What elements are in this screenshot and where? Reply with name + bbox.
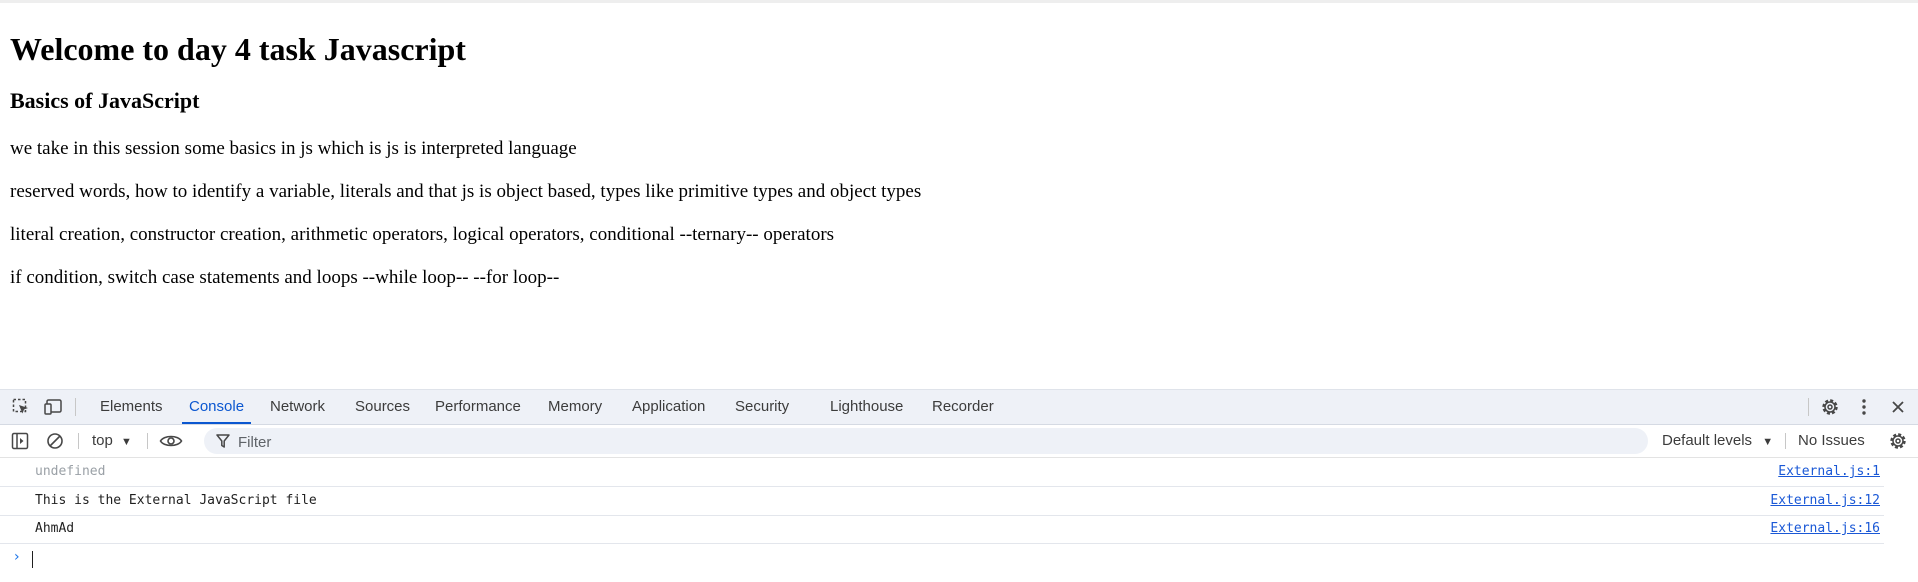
tabbar-separator <box>75 398 76 416</box>
page-subheading: Basics of JavaScript <box>10 88 200 113</box>
log-message: undefined <box>35 464 106 479</box>
tab-console[interactable]: Console <box>181 390 252 424</box>
log-message: This is the External JavaScript file <box>35 493 317 508</box>
console-log-row: AhmAd External.js:16 <box>0 515 1884 544</box>
paragraph-3: literal creation, constructor creation, … <box>10 224 835 245</box>
filter-funnel-icon <box>216 433 230 454</box>
paragraph-4: if condition, switch case statements and… <box>10 267 560 288</box>
context-selector[interactable]: top ▼ <box>92 429 132 453</box>
live-expression-eye-icon[interactable] <box>158 429 184 453</box>
tab-performance[interactable]: Performance <box>435 390 521 424</box>
devtools-panel: Elements Console Network Sources Perform… <box>0 389 1918 582</box>
devtools-tabbar: Elements Console Network Sources Perform… <box>0 390 1918 425</box>
page-content: Welcome to day 4 task Javascript Basics … <box>10 3 1900 388</box>
chevron-down-icon: ▼ <box>121 436 132 448</box>
paragraph-2: reserved words, how to identify a variab… <box>10 181 922 202</box>
toolbar-separator-2 <box>147 433 148 449</box>
clear-console-icon[interactable] <box>43 429 67 453</box>
console-log-row: This is the External JavaScript file Ext… <box>0 487 1884 516</box>
tab-memory[interactable]: Memory <box>548 390 602 424</box>
log-levels-dropdown[interactable]: Default levels ▼ <box>1662 429 1773 453</box>
tab-security[interactable]: Security <box>735 390 789 424</box>
log-source-link[interactable]: External.js:12 <box>1770 493 1880 509</box>
context-label: top <box>92 432 113 449</box>
tab-network[interactable]: Network <box>270 390 325 424</box>
log-levels-label: Default levels <box>1662 432 1753 449</box>
chevron-down-icon: ▼ <box>1762 436 1774 448</box>
log-message: AhmAd <box>35 521 75 536</box>
page-heading: Welcome to day 4 task Javascript <box>10 31 466 67</box>
issues-counter[interactable]: No Issues <box>1798 429 1865 453</box>
sidebar-toggle-icon[interactable] <box>8 429 32 453</box>
filter-input[interactable] <box>236 431 1620 453</box>
console-output: undefined External.js:1 This is the Exte… <box>0 458 1918 582</box>
tabbar-separator-right <box>1808 398 1809 416</box>
console-log-row: undefined External.js:1 <box>0 458 1884 487</box>
tab-sources[interactable]: Sources <box>355 390 410 424</box>
filter-box <box>204 428 1648 454</box>
close-icon[interactable] <box>1886 395 1910 419</box>
tab-lighthouse[interactable]: Lighthouse <box>830 390 903 424</box>
paragraph-1: we take in this session some basics in j… <box>10 138 577 159</box>
console-prompt[interactable]: › <box>0 544 1918 574</box>
tab-application[interactable]: Application <box>632 390 705 424</box>
log-source-link[interactable]: External.js:1 <box>1778 464 1880 480</box>
tab-recorder[interactable]: Recorder <box>932 390 994 424</box>
console-settings-gear-icon[interactable] <box>1886 429 1910 453</box>
more-options-icon[interactable] <box>1852 395 1876 419</box>
text-caret <box>32 551 33 568</box>
inspect-element-icon[interactable] <box>9 395 33 419</box>
toolbar-separator <box>78 433 79 449</box>
device-toolbar-icon[interactable] <box>42 395 66 419</box>
log-source-link[interactable]: External.js:16 <box>1770 521 1880 537</box>
console-toolbar: top ▼ Default levels ▼ No Issues <box>0 425 1918 458</box>
toolbar-separator-3 <box>1785 433 1786 449</box>
settings-gear-icon[interactable] <box>1818 395 1842 419</box>
tab-elements[interactable]: Elements <box>100 390 163 424</box>
prompt-chevron-icon: › <box>14 549 20 565</box>
